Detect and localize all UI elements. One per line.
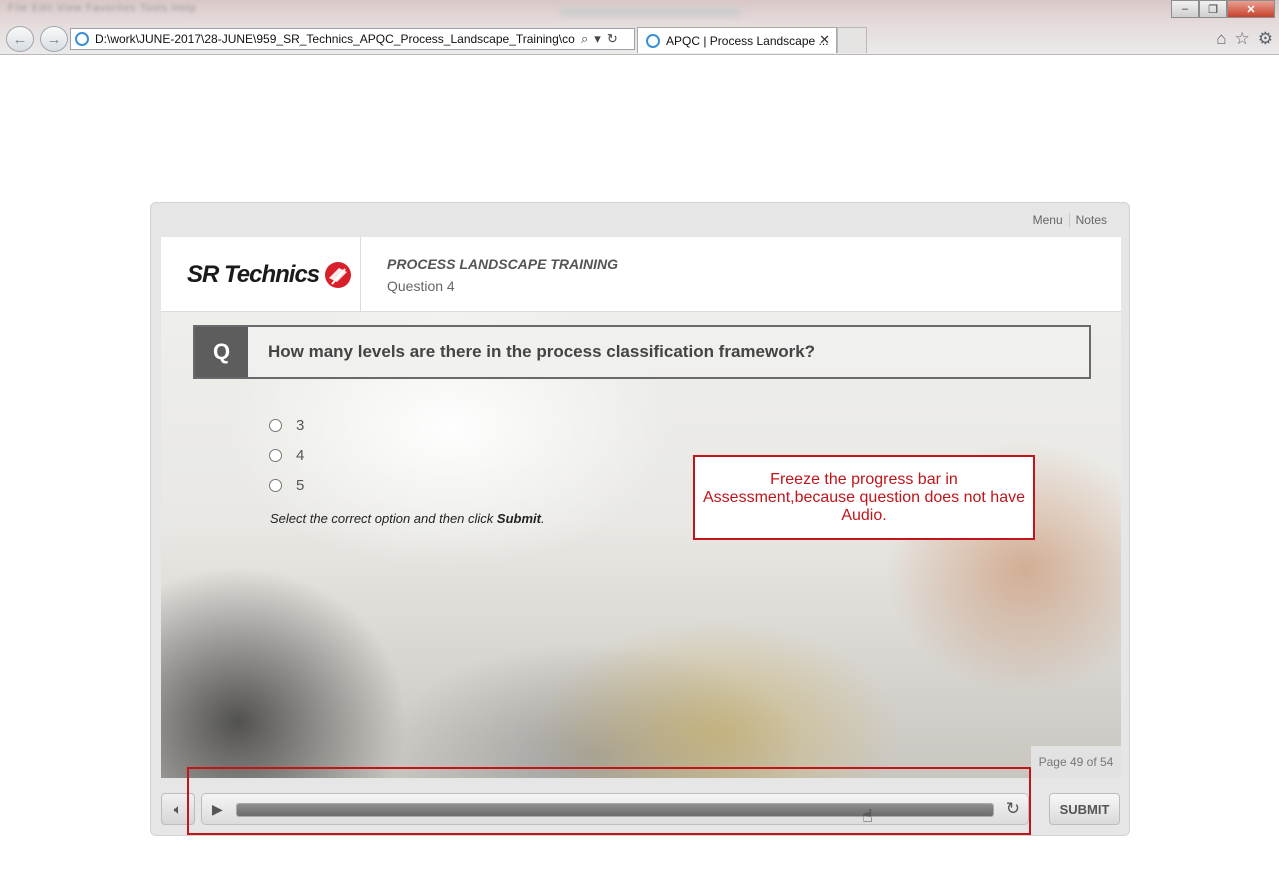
submit-button[interactable]: SUBMIT — [1049, 793, 1120, 825]
minimize-button[interactable]: – — [1171, 0, 1199, 18]
course-player: Menu Notes SR Technics PROCESS LANDSCAPE… — [150, 202, 1130, 836]
window-title — [560, 8, 740, 16]
review-callout: Freeze the progress bar in Assessment,be… — [693, 455, 1035, 540]
search-icon[interactable]: ⌕ — [581, 31, 588, 47]
forward-button[interactable]: → — [40, 26, 68, 52]
instruction-suffix: . — [540, 511, 545, 526]
home-icon[interactable]: ⌂ — [1216, 29, 1226, 49]
review-highlight-box — [187, 767, 1031, 835]
close-window-button[interactable]: ✕ — [1227, 0, 1275, 18]
instruction-action: Submit — [496, 511, 541, 526]
option-label[interactable]: 4 — [296, 447, 304, 464]
top-navigation: Menu Notes — [1027, 213, 1113, 227]
forward-arrow-icon: → — [46, 30, 62, 48]
ie-tab-icon — [646, 33, 660, 48]
answer-option[interactable]: 5 — [269, 470, 304, 500]
refresh-icon[interactable]: ↻ — [607, 31, 618, 47]
logo-mark-icon — [325, 261, 352, 288]
option-label[interactable]: 5 — [296, 477, 304, 494]
back-arrow-icon: ← — [12, 30, 28, 48]
settings-icon[interactable]: ⚙ — [1258, 29, 1273, 49]
radio-button[interactable] — [269, 478, 282, 492]
tab-apqc[interactable]: APQC | Process Landscape ... ✕ — [637, 27, 837, 53]
restore-button[interactable]: ❐ — [1199, 0, 1227, 18]
sr-technics-logo: SR Technics — [161, 237, 361, 312]
new-tab-button[interactable] — [837, 27, 867, 53]
close-tab-icon[interactable]: ✕ — [819, 32, 830, 48]
course-title: PROCESS LANDSCAPE TRAINING — [387, 256, 619, 272]
option-label[interactable]: 3 — [296, 417, 304, 434]
radio-button[interactable] — [269, 418, 282, 432]
answer-options: 3 4 5 — [269, 410, 304, 500]
window-controls: – ❐ ✕ — [1171, 0, 1275, 18]
dropdown-icon[interactable]: ▾ — [594, 31, 601, 47]
speaker-icon: 🔈︎ — [173, 800, 183, 817]
instruction-text: Select the correct option and then click… — [270, 511, 545, 526]
course-header: SR Technics PROCESS LANDSCAPE TRAINING Q… — [161, 237, 1121, 312]
question-number: Question 4 — [387, 278, 455, 294]
hand-cursor-icon: ☝︎ — [862, 806, 873, 826]
notes-link[interactable]: Notes — [1068, 213, 1113, 227]
question-text: How many levels are there in the process… — [268, 342, 816, 361]
tab-title: APQC | Process Landscape ... — [666, 33, 829, 48]
browser-chrome: File Edit View Favorites Tools Help – ❐ … — [0, 0, 1279, 55]
back-button[interactable]: ← — [6, 26, 34, 52]
answer-option[interactable]: 4 — [269, 440, 304, 470]
ie-page-icon — [75, 32, 89, 46]
menu-link[interactable]: Menu — [1027, 213, 1069, 227]
logo-text: SR Technics — [187, 260, 320, 288]
question-box: Q How many levels are there in the proce… — [193, 325, 1091, 379]
address-url[interactable]: D:\work\JUNE-2017\28-JUNE\959_SR_Technic… — [95, 32, 575, 46]
menu-bar[interactable]: File Edit View Favorites Tools Help — [8, 3, 197, 14]
toolbar-icons: ⌂ ☆ ⚙ — [1216, 29, 1273, 49]
question-badge: Q — [195, 327, 248, 377]
question-slide: Q How many levels are there in the proce… — [161, 312, 1121, 778]
answer-option[interactable]: 3 — [269, 410, 304, 440]
radio-button[interactable] — [269, 448, 282, 462]
page-indicator: Page 49 of 54 — [1031, 746, 1121, 778]
instruction-prefix: Select the correct option and then click — [270, 511, 497, 526]
favorites-icon[interactable]: ☆ — [1235, 29, 1250, 49]
address-bar[interactable]: D:\work\JUNE-2017\28-JUNE\959_SR_Technic… — [70, 28, 635, 50]
